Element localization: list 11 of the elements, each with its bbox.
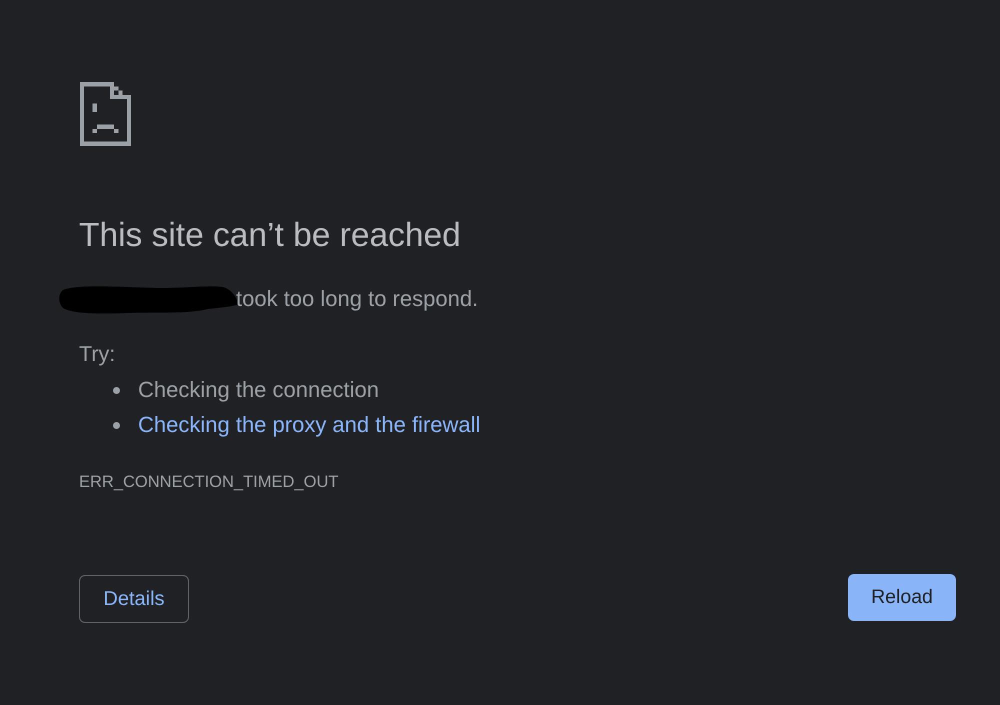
bullet-icon <box>113 386 120 394</box>
suggestion-text: Checking the connection <box>138 377 379 403</box>
error-title: This site can’t be reached <box>79 216 462 256</box>
error-message: took too long to respond. <box>236 286 478 312</box>
error-code: ERR_CONNECTION_TIMED_OUT <box>79 472 340 492</box>
details-button[interactable]: Details <box>79 575 189 623</box>
reload-button[interactable]: Reload <box>848 574 956 621</box>
try-label: Try: <box>79 342 116 366</box>
bullet-icon <box>113 422 120 428</box>
suggestion-link[interactable]: Checking the proxy and the firewall <box>138 412 480 438</box>
sad-page-icon <box>79 82 132 146</box>
